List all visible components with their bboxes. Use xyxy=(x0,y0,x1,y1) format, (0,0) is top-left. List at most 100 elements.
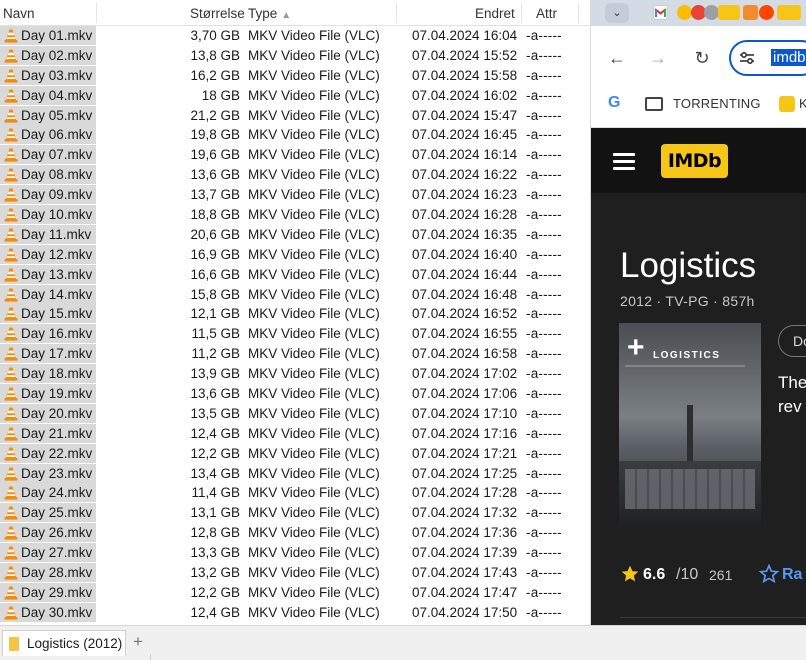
bookmark-label[interactable]: K xyxy=(799,96,806,111)
table-row[interactable]: Day 11.mkv 20,6 GB MKV Video File (VLC) 07.… xyxy=(0,224,590,245)
file-name-cell[interactable]: Day 12.mkv xyxy=(0,244,96,264)
column-header-attr[interactable]: Attr xyxy=(536,6,557,21)
tab-search-button[interactable]: ⌄ xyxy=(605,3,629,23)
table-row[interactable]: Day 28.mkv 13,2 GB MKV Video File (VLC) 07.… xyxy=(0,563,590,583)
file-name-cell[interactable]: Day 20.mkv xyxy=(0,403,96,423)
file-name-cell[interactable]: Day 11.mkv xyxy=(0,224,96,244)
file-name-cell[interactable]: Day 27.mkv xyxy=(0,543,96,563)
folder-tab[interactable]: Logistics (2012) xyxy=(2,630,126,656)
gmail-favicon-icon[interactable] xyxy=(653,5,668,20)
table-row[interactable]: Day 03.mkv 16,2 GB MKV Video File (VLC) 07.… xyxy=(0,65,590,86)
file-modified: 07.04.2024 16:40 xyxy=(412,246,518,262)
file-name-cell[interactable]: Day 29.mkv xyxy=(0,582,96,602)
file-name-cell[interactable]: Day 14.mkv xyxy=(0,284,96,304)
file-name-cell[interactable]: Day 09.mkv xyxy=(0,185,96,205)
column-separator[interactable] xyxy=(578,3,579,23)
table-row[interactable]: Day 29.mkv 12,2 GB MKV Video File (VLC) 07.… xyxy=(0,582,590,603)
table-row[interactable]: Day 15.mkv 12,1 GB MKV Video File (VLC) 07.… xyxy=(0,304,590,324)
imdb-favicon-icon[interactable] xyxy=(718,5,740,20)
table-row[interactable]: Day 08.mkv 13,6 GB MKV Video File (VLC) 07.… xyxy=(0,165,590,185)
file-name-cell[interactable]: Day 13.mkv xyxy=(0,264,96,284)
table-row[interactable]: Day 16.mkv 11,5 GB MKV Video File (VLC) 07.… xyxy=(0,324,590,344)
table-row[interactable]: Day 09.mkv 13,7 GB MKV Video File (VLC) 07.… xyxy=(0,185,590,205)
file-attr: -a----- xyxy=(526,226,562,242)
table-row[interactable]: Day 02.mkv 13,8 GB MKV Video File (VLC) 07.… xyxy=(0,45,590,66)
table-row[interactable]: Day 18.mkv 13,9 GB MKV Video File (VLC) 07.… xyxy=(0,364,590,384)
table-row[interactable]: Day 23.mkv 13,4 GB MKV Video File (VLC) 07.… xyxy=(0,463,590,484)
file-name-cell[interactable]: Day 30.mkv xyxy=(0,602,96,622)
file-name-cell[interactable]: Day 06.mkv xyxy=(0,125,96,145)
rate-button[interactable]: Ra xyxy=(782,566,802,584)
imdb-bookmark-icon[interactable] xyxy=(779,96,795,112)
table-row[interactable]: Day 26.mkv 12,8 GB MKV Video File (VLC) 07.… xyxy=(0,523,590,543)
imdb-favicon-icon[interactable] xyxy=(777,5,801,20)
file-attr: -a----- xyxy=(526,584,562,600)
site-favicon-icon[interactable] xyxy=(743,5,758,20)
table-row[interactable]: Day 24.mkv 11,4 GB MKV Video File (VLC) 07.… xyxy=(0,483,590,503)
file-name-cell[interactable]: Day 19.mkv xyxy=(0,384,96,404)
file-name-cell[interactable]: Day 17.mkv xyxy=(0,344,96,364)
file-name-cell[interactable]: Day 05.mkv xyxy=(0,105,96,125)
poster-image[interactable]: + LOGISTICS xyxy=(619,323,761,531)
file-name-cell[interactable]: Day 02.mkv xyxy=(0,45,96,65)
table-row[interactable]: Day 14.mkv 15,8 GB MKV Video File (VLC) 07.… xyxy=(0,284,590,305)
file-name-cell[interactable]: Day 03.mkv xyxy=(0,65,96,85)
google-bookmark-icon[interactable]: G xyxy=(608,94,620,112)
file-name-cell[interactable]: Day 04.mkv xyxy=(0,85,96,105)
bookmark-folder-torrenting[interactable]: TORRENTING xyxy=(673,96,761,111)
file-name-cell[interactable]: Day 26.mkv xyxy=(0,523,96,543)
file-name-cell[interactable]: Day 10.mkv xyxy=(0,205,96,225)
table-row[interactable]: Day 06.mkv 19,8 GB MKV Video File (VLC) 07.… xyxy=(0,125,590,145)
column-header-name[interactable]: Navn xyxy=(3,6,35,21)
site-favicon-icon[interactable] xyxy=(677,5,692,20)
column-separator[interactable] xyxy=(521,3,522,23)
table-row[interactable]: Day 25.mkv 13,1 GB MKV Video File (VLC) 07.… xyxy=(0,503,590,523)
column-header-size[interactable]: Størrelse xyxy=(190,6,245,21)
file-name-cell[interactable]: Day 15.mkv xyxy=(0,304,96,324)
column-header-type[interactable]: Type ▲ xyxy=(248,6,291,21)
file-name-cell[interactable]: Day 21.mkv xyxy=(0,423,96,443)
table-row[interactable]: Day 30.mkv 12,4 GB MKV Video File (VLC) 07.… xyxy=(0,602,590,623)
table-row[interactable]: Day 13.mkv 16,6 GB MKV Video File (VLC) 07.… xyxy=(0,264,590,285)
table-row[interactable]: Day 12.mkv 16,9 GB MKV Video File (VLC) 07.… xyxy=(0,244,590,265)
file-name-cell[interactable]: Day 16.mkv xyxy=(0,324,96,344)
file-name-cell[interactable]: Day 28.mkv xyxy=(0,563,96,583)
table-row[interactable]: Day 17.mkv 11,2 GB MKV Video File (VLC) 07.… xyxy=(0,344,590,364)
table-row[interactable]: Day 01.mkv 3,70 GB MKV Video File (VLC) 07.… xyxy=(0,26,590,46)
table-row[interactable]: Day 20.mkv 13,5 GB MKV Video File (VLC) 07.… xyxy=(0,403,590,424)
add-to-watchlist-button[interactable]: + xyxy=(627,333,645,363)
column-separator[interactable] xyxy=(396,3,397,23)
column-header-modified[interactable]: Endret xyxy=(475,6,515,21)
add-tab-button[interactable]: + xyxy=(128,630,148,654)
site-favicon-icon[interactable] xyxy=(704,5,719,20)
file-name-cell[interactable]: Day 18.mkv xyxy=(0,364,96,384)
table-row[interactable]: Day 04.mkv 18 GB MKV Video File (VLC) 07.04… xyxy=(0,85,590,106)
file-name-cell[interactable]: Day 23.mkv xyxy=(0,463,96,483)
reddit-favicon-icon[interactable] xyxy=(759,5,774,20)
menu-icon[interactable] xyxy=(613,153,635,170)
forward-button[interactable]: → xyxy=(648,48,668,68)
file-name-cell[interactable]: Day 25.mkv xyxy=(0,503,96,523)
file-name-cell[interactable]: Day 08.mkv xyxy=(0,165,96,185)
reload-button[interactable]: ↻ xyxy=(692,48,712,68)
table-row[interactable]: Day 21.mkv 12,4 GB MKV Video File (VLC) 07.… xyxy=(0,423,590,444)
site-info-icon[interactable] xyxy=(739,51,755,65)
table-row[interactable]: Day 22.mkv 12,2 GB MKV Video File (VLC) 07.… xyxy=(0,443,590,464)
back-button[interactable]: ← xyxy=(607,48,627,68)
table-row[interactable]: Day 10.mkv 18,8 GB MKV Video File (VLC) 07.… xyxy=(0,205,590,225)
genre-chip[interactable]: Do xyxy=(778,325,806,357)
address-bar[interactable]: imdb xyxy=(729,40,806,76)
plot-summary[interactable]: The rev xyxy=(778,371,806,419)
table-row[interactable]: Day 05.mkv 21,2 GB MKV Video File (VLC) 07.… xyxy=(0,105,590,126)
file-name-cell[interactable]: Day 22.mkv xyxy=(0,443,96,463)
address-text[interactable]: imdb xyxy=(771,49,806,66)
rate-star-icon[interactable] xyxy=(759,564,779,584)
file-name-cell[interactable]: Day 24.mkv xyxy=(0,483,96,503)
file-name-cell[interactable]: Day 07.mkv xyxy=(0,145,96,165)
column-separator[interactable] xyxy=(96,3,97,23)
table-row[interactable]: Day 27.mkv 13,3 GB MKV Video File (VLC) 07.… xyxy=(0,543,590,563)
imdb-logo[interactable]: IMDb xyxy=(661,144,728,178)
table-row[interactable]: Day 19.mkv 13,6 GB MKV Video File (VLC) 07.… xyxy=(0,384,590,404)
table-row[interactable]: Day 07.mkv 19,6 GB MKV Video File (VLC) 07.… xyxy=(0,145,590,165)
file-name-cell[interactable]: Day 01.mkv xyxy=(0,26,96,45)
